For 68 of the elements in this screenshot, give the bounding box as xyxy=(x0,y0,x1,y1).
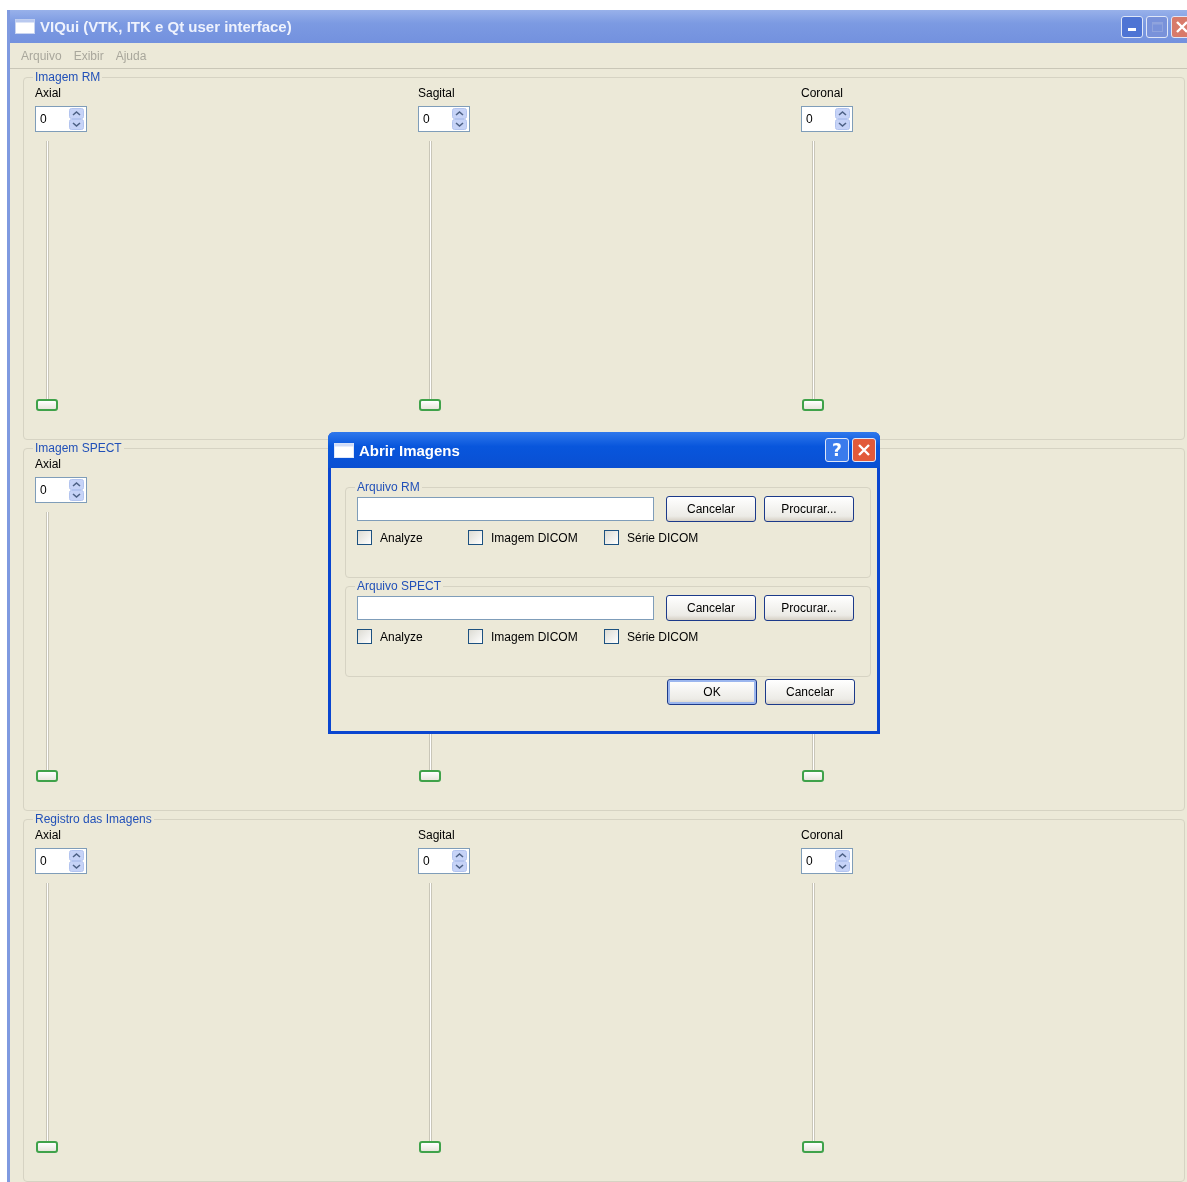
push-button[interactable]: Procurar... xyxy=(764,496,854,522)
spin-arrows-icon xyxy=(69,850,84,872)
checkbox-option[interactable]: Imagem DICOM xyxy=(468,530,604,545)
maximize-button[interactable] xyxy=(1146,15,1168,38)
slider-handle[interactable] xyxy=(36,399,58,411)
view-label: Coronal xyxy=(801,828,844,844)
slider-handle[interactable] xyxy=(802,1141,824,1153)
vertical-slider[interactable] xyxy=(418,883,444,1153)
close-icon xyxy=(1176,20,1187,33)
checkbox-option[interactable]: Analyze xyxy=(357,629,468,644)
slider-handle[interactable] xyxy=(419,1141,441,1153)
push-button[interactable]: Procurar... xyxy=(764,595,854,621)
spin-arrows-icon xyxy=(69,108,84,130)
slider-handle[interactable] xyxy=(36,770,58,782)
checkbox-option[interactable]: Imagem DICOM xyxy=(468,629,604,644)
close-icon xyxy=(858,444,870,456)
spin-box[interactable]: 0 xyxy=(418,848,470,874)
slider-handle[interactable] xyxy=(419,770,441,782)
checkbox-option[interactable]: Série DICOM xyxy=(604,530,699,545)
slider-handle[interactable] xyxy=(419,399,441,411)
file-path-field[interactable] xyxy=(357,596,654,620)
checkbox-option[interactable]: Analyze xyxy=(357,530,468,545)
vertical-slider[interactable] xyxy=(35,512,61,782)
spin-box[interactable]: 0 xyxy=(35,477,87,503)
spin-arrows-icon xyxy=(835,108,850,130)
group-title: Imagem RM xyxy=(34,70,102,84)
group-title: Arquivo SPECT xyxy=(356,579,443,593)
view-label: Axial xyxy=(35,457,61,473)
spin-arrows-icon xyxy=(69,479,84,501)
dialog-title: Abrir Imagens xyxy=(359,441,461,459)
vertical-slider[interactable] xyxy=(35,141,61,411)
spin-arrows-icon xyxy=(452,108,467,130)
close-button[interactable] xyxy=(1171,15,1187,38)
slider-handle[interactable] xyxy=(802,770,824,782)
help-button[interactable]: ? xyxy=(825,438,849,462)
view-label: Axial xyxy=(35,828,61,844)
spin-box[interactable]: 0 xyxy=(35,106,87,132)
slider-handle[interactable] xyxy=(802,399,824,411)
view-label: Coronal xyxy=(801,86,844,102)
window-icon xyxy=(15,19,35,34)
vertical-slider[interactable] xyxy=(801,883,827,1153)
view-label: Axial xyxy=(35,86,61,102)
spin-box[interactable]: 0 xyxy=(418,106,470,132)
vertical-slider[interactable] xyxy=(801,141,827,411)
view-label: Sagital xyxy=(418,828,455,844)
push-button[interactable]: Cancelar xyxy=(666,496,756,522)
spin-box[interactable]: 0 xyxy=(801,848,853,874)
checkbox-option[interactable]: Série DICOM xyxy=(604,629,699,644)
close-button[interactable] xyxy=(852,438,876,462)
spin-arrows-icon xyxy=(452,850,467,872)
push-button[interactable]: Cancelar xyxy=(765,679,855,705)
window-icon xyxy=(334,442,354,458)
minimize-button[interactable] xyxy=(1121,15,1143,38)
group-title: Imagem SPECT xyxy=(34,441,123,455)
window-title: VIQui (VTK, ITK e Qt user interface) xyxy=(40,18,293,35)
group-title: Registro das Imagens xyxy=(34,812,153,826)
minimize-icon xyxy=(1128,27,1136,32)
spin-arrows-icon xyxy=(835,850,850,872)
slider-handle[interactable] xyxy=(36,1141,58,1153)
group-title: Arquivo RM xyxy=(356,480,421,494)
push-button[interactable]: Cancelar xyxy=(666,595,756,621)
file-path-field[interactable] xyxy=(357,497,654,521)
spin-box[interactable]: 0 xyxy=(35,848,87,874)
vertical-slider[interactable] xyxy=(418,141,444,411)
vertical-slider[interactable] xyxy=(35,883,61,1153)
view-label: Sagital xyxy=(418,86,455,102)
push-button[interactable]: OK xyxy=(667,679,757,705)
spin-box[interactable]: 0 xyxy=(801,106,853,132)
